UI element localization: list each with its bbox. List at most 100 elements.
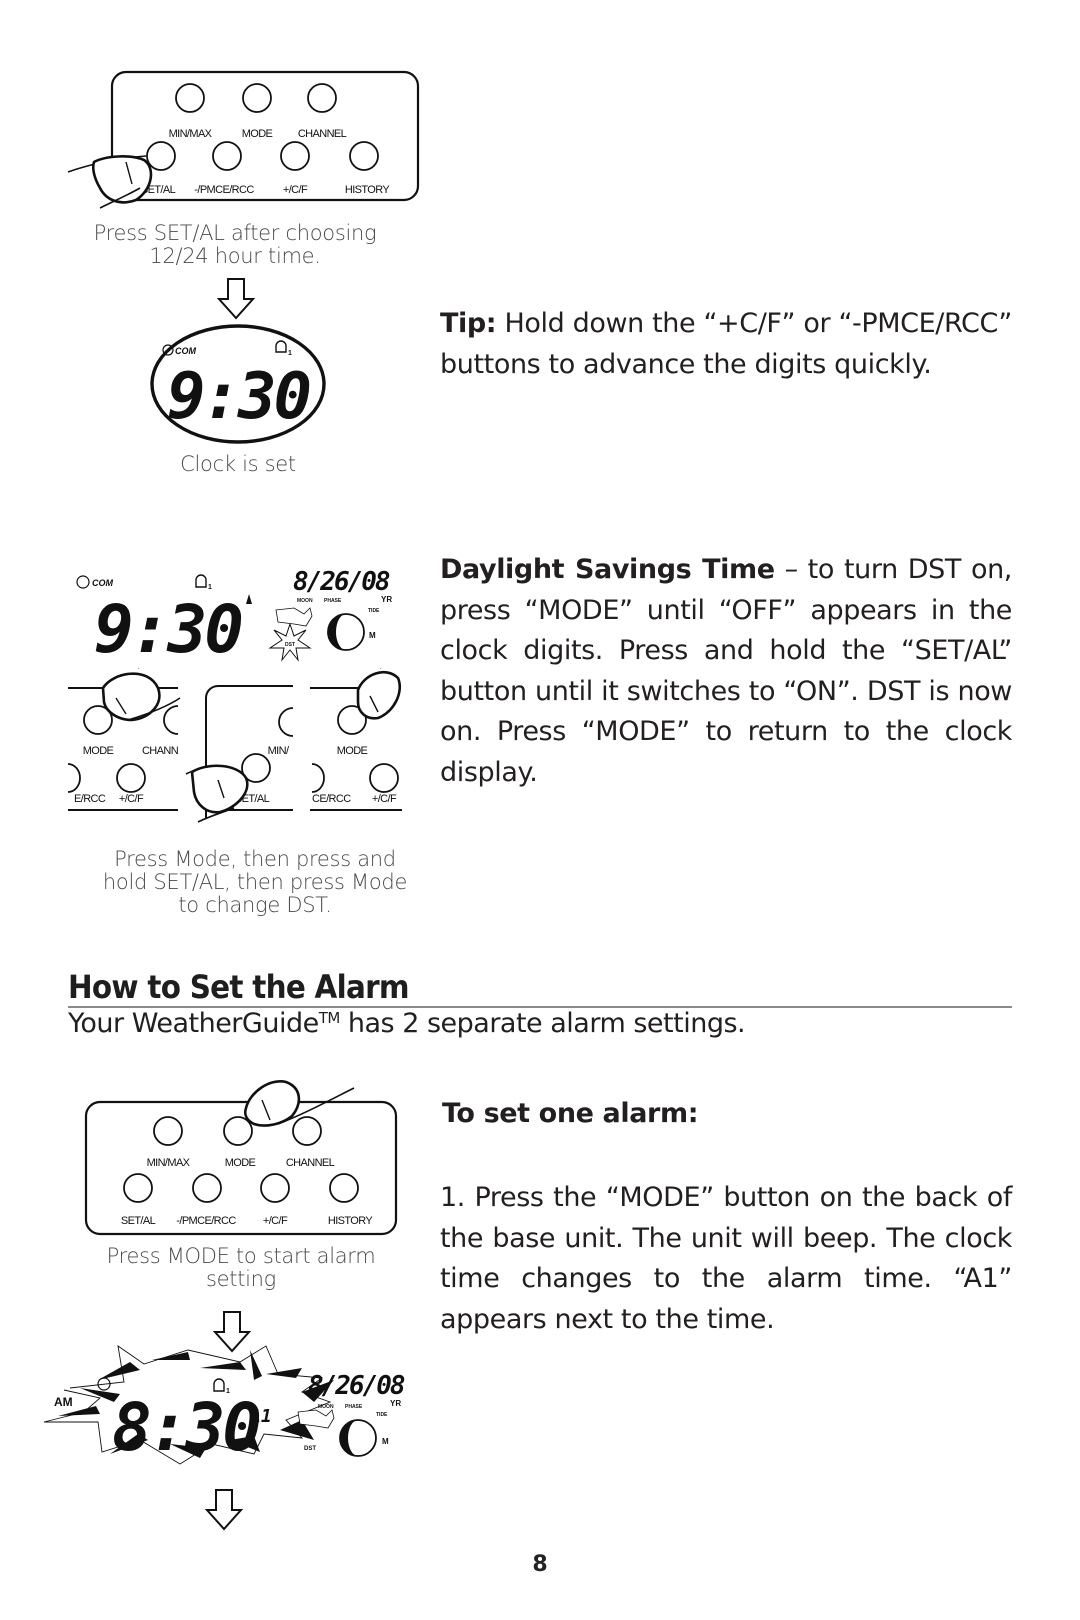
setal-button-icon	[123, 1173, 153, 1203]
subheading-set-one-alarm: To set one alarm:	[442, 1098, 699, 1129]
m-label: M	[369, 631, 376, 640]
alarm-lcd-display: AM 1 8:30 A1 8/26/08 MOON PHASE YR TIDE …	[43, 1345, 407, 1466]
dst-caption-line2: hold SET/AL, then press Mode	[102, 870, 408, 894]
alarm-tag-a1: A1	[249, 1406, 272, 1427]
label-minmax: MIN/MAX	[169, 128, 213, 140]
tip-label: Tip:	[440, 308, 497, 339]
setal-button-icon	[146, 141, 176, 171]
button-panel-illustration-setal: MIN/MAX MODE CHANNEL SET/AL -/PMCE/RCC +…	[67, 70, 420, 209]
down-arrow-icon	[216, 278, 256, 320]
svg-text:MIN/: MIN/	[268, 745, 290, 757]
dst-caption-line1: Press Mode, then press and	[114, 847, 396, 871]
svg-text:SET/AL: SET/AL	[121, 1215, 156, 1227]
pmce-button-icon	[212, 141, 242, 171]
trademark-symbol: TM	[318, 1009, 341, 1027]
history-button-icon	[329, 1173, 359, 1203]
svg-text:HISTORY: HISTORY	[328, 1215, 374, 1227]
dst-caption-line3: to change DST.	[178, 893, 332, 917]
phase-label: PHASE	[324, 598, 342, 604]
usa-map-icon	[275, 607, 313, 627]
dst-caption: Press Mode, then press and hold SET/AL, …	[90, 848, 420, 917]
yr-label: YR	[390, 1399, 401, 1408]
phase-label: PHASE	[345, 1404, 363, 1410]
svg-text:-/PMCE/RCC: -/PMCE/RCC	[176, 1215, 236, 1227]
smiley-icon	[76, 575, 90, 589]
dst-paragraph: Daylight Savings Time – to turn DST on, …	[440, 550, 1012, 793]
alarm-panel-caption-line2: setting	[206, 1267, 276, 1291]
label-history: HISTORY	[345, 184, 391, 196]
alarm-date: 8/26/08	[308, 1371, 405, 1401]
page-number: 8	[532, 1552, 548, 1577]
svg-text:MIN/MAX: MIN/MAX	[147, 1157, 191, 1169]
dst-starburst-icon: DST	[268, 622, 312, 662]
cf-button-icon	[280, 141, 310, 171]
svg-text:+/C/F: +/C/F	[263, 1215, 288, 1227]
alarm-step1: 1. Press the “MODE” button on the back o…	[440, 1182, 1012, 1335]
clock-set-display: COM 1 9:30	[150, 324, 326, 444]
svg-text:E/RCC: E/RCC	[74, 793, 106, 805]
step1-caption: Press SET/AL after choosing 12/24 hour t…	[80, 222, 390, 268]
history-button-icon	[349, 141, 379, 171]
finger-icon	[356, 668, 401, 720]
dst-label: Daylight Savings Time	[440, 554, 775, 585]
svg-text:MODE: MODE	[225, 1157, 256, 1169]
svg-text:CHANN: CHANN	[142, 745, 179, 757]
minmax-button-icon	[175, 83, 205, 113]
intro-suffix: has 2 separate alarm settings.	[339, 1008, 746, 1039]
dst-text: – to turn DST on, press “MODE” until “OF…	[440, 554, 1012, 788]
com-label: COM	[175, 346, 197, 356]
strip-mode-return: MODE CE/RCC +/C/F	[310, 668, 402, 811]
svg-text:1: 1	[288, 350, 292, 357]
svg-text:1: 1	[208, 584, 212, 591]
section-intro: Your WeatherGuideTM has 2 separate alarm…	[68, 1008, 746, 1039]
label-pmce: -/PMCE/RCC	[194, 184, 254, 196]
alarm-panel-caption: Press MODE to start alarm setting	[96, 1245, 386, 1291]
alarm-bell-icon: 1	[195, 574, 212, 591]
moon-label: MOON	[297, 598, 313, 604]
label-cf: +/C/F	[283, 184, 308, 196]
down-arrow-icon	[204, 1489, 244, 1531]
label-mode: MODE	[242, 128, 273, 140]
tide-label: TIDE	[376, 1412, 388, 1418]
intro-prefix: Your WeatherGuide	[68, 1008, 319, 1039]
svg-text:CE/RCC: CE/RCC	[312, 793, 351, 805]
pmce-button-icon	[192, 1173, 222, 1203]
svg-text:+/C/F: +/C/F	[119, 793, 144, 805]
button-panel-illustration-mode: MIN/MAX MODE CHANNEL SET/AL -/PMCE/RCC +…	[84, 1080, 398, 1236]
m-label: M	[382, 1437, 389, 1446]
clock-set-caption: Clock is set	[180, 452, 296, 476]
moon-phase-icon	[339, 1419, 377, 1457]
dst-lcd-display: COM 1 9:30 8/26/08 MOON PHASE YR TIDE M …	[76, 567, 392, 662]
tide-label: TIDE	[368, 608, 380, 614]
dst-clock-time: 9:30	[94, 591, 241, 662]
step1-caption-line1: Press SET/AL after choosing	[93, 221, 377, 245]
strip-mode-press: MODE CHANN E/RCC +/C/F	[68, 668, 181, 811]
finger-icon	[101, 668, 181, 722]
finger-icon	[185, 764, 249, 823]
svg-text:MODE: MODE	[83, 745, 114, 757]
tip-paragraph: Tip: Hold down the “+C/F” or “-PMCE/RCC”…	[440, 304, 1012, 385]
mode-button-icon	[242, 83, 272, 113]
channel-button-icon	[292, 1116, 322, 1146]
alarm-panel-caption-line1: Press MODE to start alarm	[106, 1244, 376, 1268]
tip-text: Hold down the “+C/F” or “-PMCE/RCC” butt…	[440, 308, 1012, 380]
section-heading: How to Set the Alarm	[68, 968, 410, 1006]
yr-label: YR	[381, 595, 392, 604]
svg-text:DST: DST	[285, 642, 295, 648]
svg-text:+/C/F: +/C/F	[372, 793, 397, 805]
svg-text:MODE: MODE	[337, 745, 368, 757]
step1-caption-line2: 12/24 hour time.	[149, 244, 321, 268]
moon-label: MOON	[318, 1404, 334, 1410]
cf-button-icon	[260, 1173, 290, 1203]
clock-time: 9:30	[167, 360, 310, 434]
am-label: AM	[54, 1395, 73, 1409]
channel-button-icon	[307, 83, 337, 113]
alarm-clock-time: 8:30	[112, 1389, 259, 1466]
strip-setal-press: MIN/ SET/AL	[185, 685, 294, 823]
label-channel: CHANNEL	[298, 128, 347, 140]
svg-text:CHANNEL: CHANNEL	[286, 1157, 335, 1169]
signal-tower-icon	[246, 594, 252, 604]
dst-date: 8/26/08	[293, 567, 390, 597]
com-label: COM	[92, 578, 114, 588]
moon-phase-icon	[327, 613, 365, 651]
